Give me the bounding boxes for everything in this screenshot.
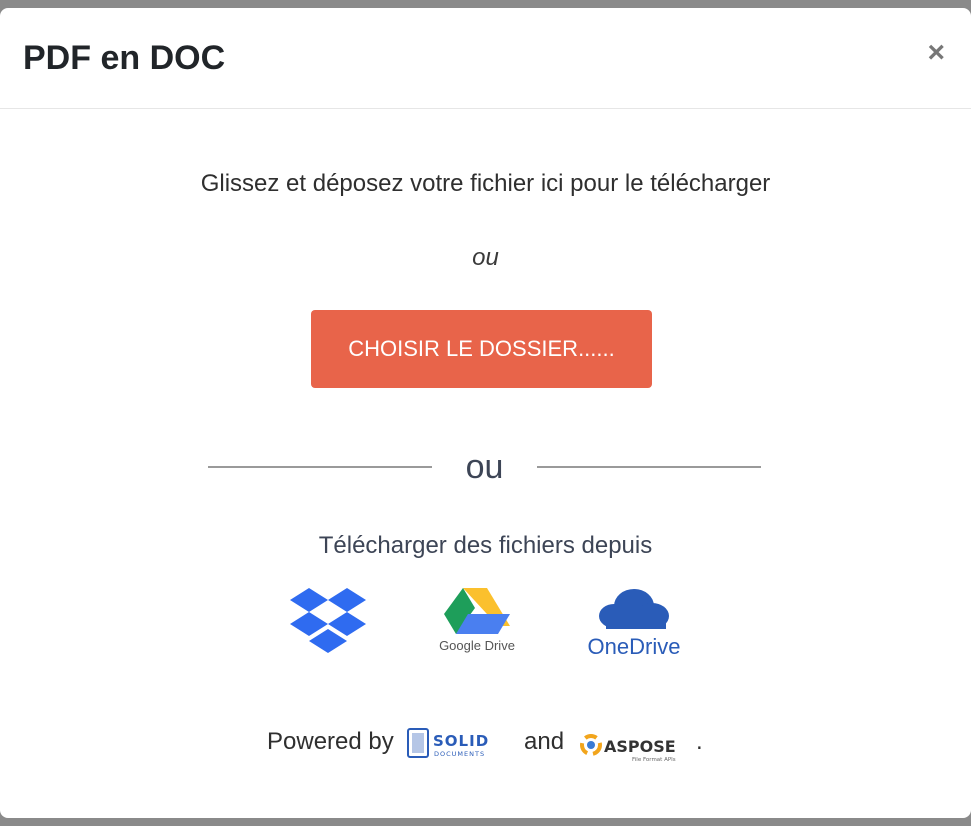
or-separator-italic: ou xyxy=(472,244,499,271)
aspose-logo[interactable]: ASPOSE File Format APIs xyxy=(580,730,684,769)
divider-right-line xyxy=(537,466,761,468)
close-button[interactable]: × xyxy=(927,38,945,68)
google-drive-icon[interactable] xyxy=(430,586,520,641)
svg-text:DOCUMENTS: DOCUMENTS xyxy=(434,750,485,758)
modal-title: PDF en DOC xyxy=(23,39,226,77)
solid-documents-logo[interactable]: SOLID DOCUMENTS xyxy=(407,726,509,765)
upload-modal: PDF en DOC × Glissez et déposez votre fi… xyxy=(0,8,971,818)
drop-zone-text: Glissez et déposez votre fichier ici pou… xyxy=(200,170,771,197)
powered-and-text: and xyxy=(524,728,565,755)
powered-by-text: Powered by xyxy=(267,728,394,755)
upload-from-label: Télécharger des fichiers depuis xyxy=(318,532,653,559)
onedrive-label: OneDrive xyxy=(587,634,681,659)
choose-folder-button[interactable]: CHOISIR LE DOSSIER...... xyxy=(311,310,652,388)
google-drive-label: Google Drive xyxy=(439,638,515,653)
divider-or-text: ou xyxy=(465,448,504,486)
dropbox-icon[interactable] xyxy=(290,588,366,661)
divider-left-line xyxy=(208,466,432,468)
svg-text:ASPOSE: ASPOSE xyxy=(604,737,676,756)
powered-by-row: Powered by SOLID DOCUMENTS and ASPOSE Fi… xyxy=(0,726,971,766)
onedrive-icon[interactable] xyxy=(596,586,672,637)
svg-text:File Format APIs: File Format APIs xyxy=(632,757,676,763)
modal-header: PDF en DOC × xyxy=(0,8,971,109)
svg-text:SOLID: SOLID xyxy=(433,732,489,750)
powered-period: . xyxy=(696,728,703,755)
